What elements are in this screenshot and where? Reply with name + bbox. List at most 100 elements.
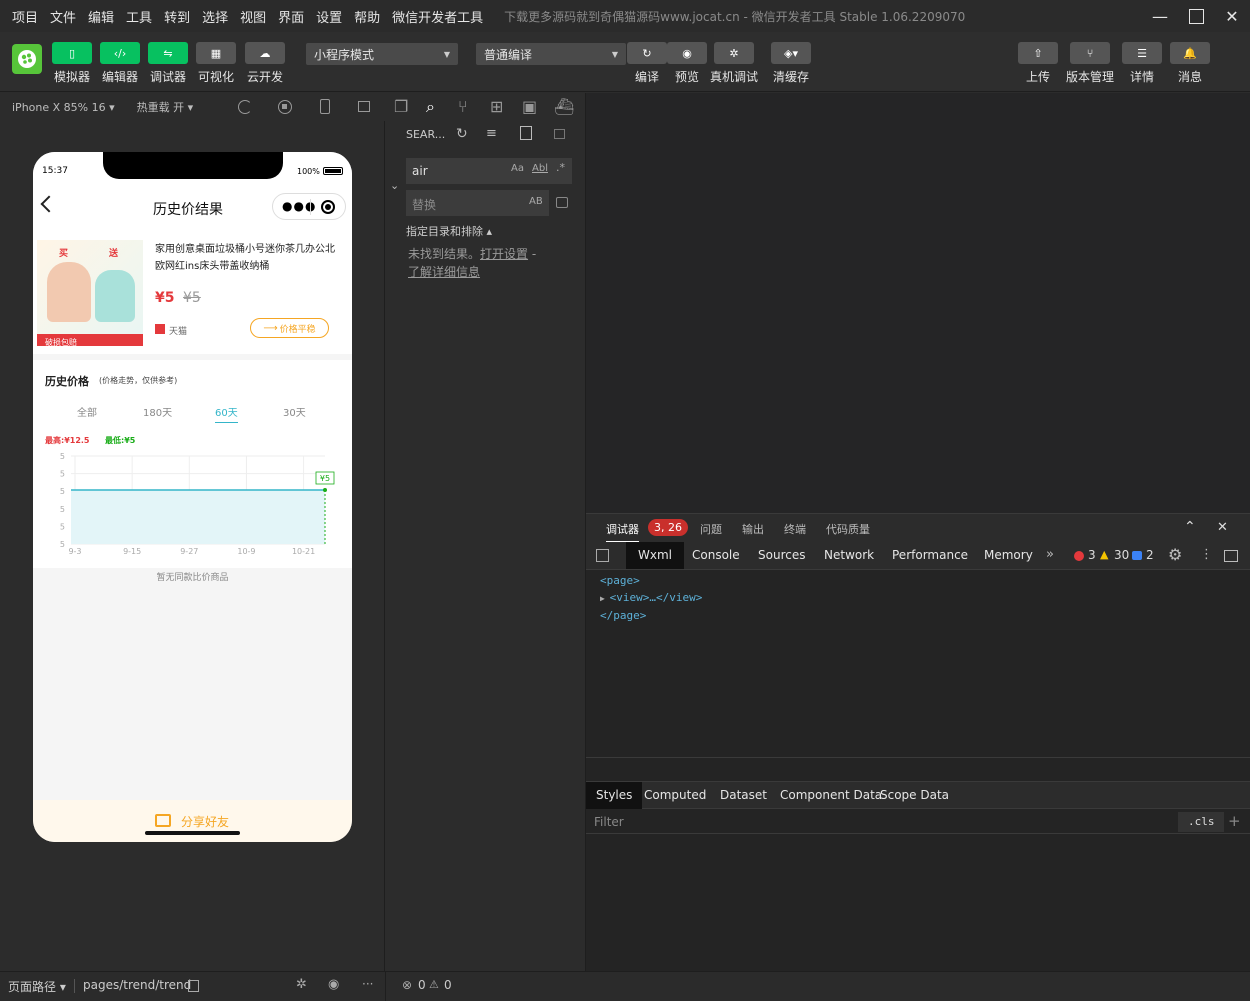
styles-tab[interactable]: Computed: [634, 782, 716, 809]
branch-icon[interactable]: ⑂: [1070, 42, 1110, 64]
refresh-icon[interactable]: [238, 100, 252, 114]
menu-item[interactable]: 项目: [12, 7, 38, 26]
menu-item[interactable]: 选择: [202, 7, 228, 26]
phone-icon[interactable]: ▯: [52, 42, 92, 64]
menu-item[interactable]: 视图: [240, 7, 266, 26]
menu-item[interactable]: 微信开发者工具: [392, 7, 483, 26]
cloud-icon[interactable]: ☁: [245, 42, 285, 64]
详情-button[interactable]: ☰ 详情: [1118, 42, 1166, 85]
scope-toggle[interactable]: 指定目录和排除 ▴: [406, 223, 492, 239]
devtools-tab[interactable]: Wxml: [626, 542, 684, 569]
share-bar[interactable]: 分享好友: [33, 800, 352, 842]
编辑器-button[interactable]: ‹/› 编辑器: [96, 42, 144, 85]
more-icon[interactable]: ···: [362, 977, 373, 991]
可视化-button[interactable]: ▦ 可视化: [192, 42, 240, 85]
minimize-icon[interactable]: —: [1142, 0, 1178, 32]
devtools-tab[interactable]: Performance: [880, 542, 980, 569]
云开发-button[interactable]: ☁ 云开发: [241, 42, 289, 85]
模拟器-button[interactable]: ▯ 模拟器: [48, 42, 96, 85]
compile-select[interactable]: 普通编译 ▼: [476, 43, 626, 65]
search-input[interactable]: air Aa Abl .*: [406, 158, 572, 184]
menu-item[interactable]: 编辑: [88, 7, 114, 26]
menu-item[interactable]: 工具: [126, 7, 152, 26]
clear-results-icon[interactable]: ≡: [486, 126, 497, 141]
copy-icon[interactable]: [188, 980, 199, 992]
preview-icon[interactable]: ▣: [522, 97, 537, 116]
上传-button[interactable]: ⇧ 上传: [1014, 42, 1062, 85]
menu-icon[interactable]: ☰: [1122, 42, 1162, 64]
refresh-search-icon[interactable]: ↻: [456, 126, 468, 142]
eye-icon[interactable]: ◉: [667, 42, 707, 64]
refresh-icon[interactable]: ↻: [627, 42, 667, 64]
panel-tab[interactable]: 代码质量: [826, 521, 870, 537]
device-select[interactable]: iPhone X 85% 16 ▾: [12, 101, 115, 114]
close-capsule-icon[interactable]: [321, 200, 335, 214]
devtools-tab[interactable]: Sources: [746, 542, 817, 569]
预览-button[interactable]: ◉ 预览: [663, 42, 711, 85]
menu-item[interactable]: 文件: [50, 7, 76, 26]
inspect-icon[interactable]: [596, 549, 609, 562]
版本管理-button[interactable]: ⑂ 版本管理: [1066, 42, 1114, 85]
panel-tab[interactable]: 问题: [700, 521, 722, 537]
wxml-line[interactable]: ▶ <view>…</view>: [600, 589, 702, 607]
status-error-count[interactable]: 0: [418, 978, 426, 992]
wxml-line[interactable]: </page>: [600, 607, 702, 624]
history-tab[interactable]: 30天: [283, 404, 306, 419]
maximize-icon[interactable]: [1178, 0, 1214, 32]
debug-icon[interactable]: ⇋: [148, 42, 188, 64]
真机调试-button[interactable]: ✲ 真机调试: [710, 42, 758, 85]
devtools-tab[interactable]: Memory: [972, 542, 1045, 569]
panel-tab[interactable]: 输出: [742, 521, 764, 537]
close-panel-icon[interactable]: ✕: [1217, 520, 1228, 535]
调试器-button[interactable]: ⇋ 调试器: [144, 42, 192, 85]
replace-input[interactable]: 替换 AB: [406, 190, 549, 216]
docker-icon[interactable]: ⛴: [554, 97, 574, 116]
new-search-editor-icon[interactable]: [520, 126, 532, 140]
dock-icon[interactable]: [1224, 550, 1238, 562]
kebab-icon[interactable]: ⋮: [1200, 547, 1213, 562]
page-path-select[interactable]: 页面路径 ▾: [8, 978, 66, 995]
avatar[interactable]: [12, 44, 42, 74]
price-compare-button[interactable]: ⟶ 价格平稳: [250, 318, 329, 338]
history-tab[interactable]: 全部: [77, 404, 97, 419]
styles-tab[interactable]: Dataset: [710, 782, 777, 809]
warning-count[interactable]: 30: [1114, 548, 1129, 562]
filter-input[interactable]: Filter: [594, 815, 624, 829]
bug-status-icon[interactable]: ✲: [296, 977, 307, 992]
menu-item[interactable]: 界面: [278, 7, 304, 26]
menu-item[interactable]: 转到: [164, 7, 190, 26]
upload-icon[interactable]: ⇧: [1018, 42, 1058, 64]
replace-all-icon[interactable]: [556, 197, 568, 208]
source-control-icon[interactable]: ⑂: [458, 97, 468, 116]
error-count[interactable]: 3: [1088, 548, 1096, 562]
layout-icon[interactable]: ▦: [196, 42, 236, 64]
match-word-icon[interactable]: Abl: [532, 163, 548, 174]
extensions-icon[interactable]: ⊞: [490, 97, 503, 116]
search-icon[interactable]: ⌕: [426, 97, 435, 117]
menu-item[interactable]: 帮助: [354, 7, 380, 26]
chevron-down-icon[interactable]: ⌄: [390, 179, 399, 192]
chevron-up-icon[interactable]: ⌃: [1184, 519, 1196, 535]
styles-tab[interactable]: Scope Data: [870, 782, 959, 809]
devtools-tab[interactable]: Console: [680, 542, 752, 569]
collapse-all-icon[interactable]: [554, 129, 565, 139]
status-warning-count[interactable]: 0: [444, 978, 452, 992]
bell-icon[interactable]: 🔔: [1170, 42, 1210, 64]
more-tabs-icon[interactable]: »: [1046, 547, 1054, 562]
history-tab[interactable]: 60天: [215, 404, 238, 423]
match-case-icon[interactable]: Aa: [511, 163, 524, 174]
info-count[interactable]: 2: [1146, 548, 1154, 562]
files-icon[interactable]: ❐: [394, 97, 408, 116]
history-tab[interactable]: 180天: [143, 404, 172, 419]
devtools-tab[interactable]: Network: [812, 542, 886, 569]
panel-tab[interactable]: 调试器: [606, 521, 639, 543]
preserve-case-icon[interactable]: AB: [529, 196, 543, 207]
more-dots-icon[interactable]: ●●●: [282, 199, 316, 213]
消息-button[interactable]: 🔔 消息: [1166, 42, 1214, 85]
gear-icon[interactable]: ⚙: [1168, 545, 1182, 564]
eye-status-icon[interactable]: ◉: [328, 977, 339, 992]
panel-tab[interactable]: 终端: [784, 521, 806, 537]
layers-icon[interactable]: ◈▾: [771, 42, 811, 64]
product-card[interactable]: 买 送 破损包赔 家用创意桌面垃圾桶小号迷你茶几办公北欧网红ins床头带盖收纳桶…: [33, 232, 352, 354]
hot-reload-toggle[interactable]: 热重载 开 ▾: [137, 99, 194, 115]
